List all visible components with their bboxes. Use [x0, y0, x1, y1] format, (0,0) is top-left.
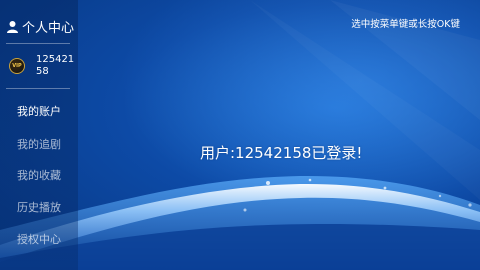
page-title-text: 个人中心: [22, 20, 75, 36]
divider-user: [6, 88, 70, 89]
user-id: 12542158: [36, 54, 75, 77]
vip-badge: VIP: [9, 58, 25, 74]
screen: 个人中心 VIP 12542158 我的账户 我的追剧 我的收藏 历史播放 授权…: [0, 0, 480, 270]
menu-item-my-following[interactable]: 我的追剧: [17, 137, 61, 153]
menu-item-authorization[interactable]: 授权中心: [17, 232, 61, 248]
page-title: 个人中心: [6, 15, 74, 37]
hint-text: 选中按菜单键或长按OK键: [351, 19, 460, 30]
menu-item-my-favorites[interactable]: 我的收藏: [17, 168, 61, 184]
menu-item-history[interactable]: 历史播放: [17, 200, 61, 216]
sidebar: 个人中心 VIP 12542158 我的账户 我的追剧 我的收藏 历史播放 授权…: [0, 0, 78, 270]
person-icon: [6, 20, 19, 33]
user-info: VIP 12542158: [9, 54, 75, 80]
status-message: 用户:12542158已登录!: [200, 144, 363, 162]
menu-item-my-account[interactable]: 我的账户: [17, 104, 61, 120]
divider-top: [6, 43, 70, 44]
